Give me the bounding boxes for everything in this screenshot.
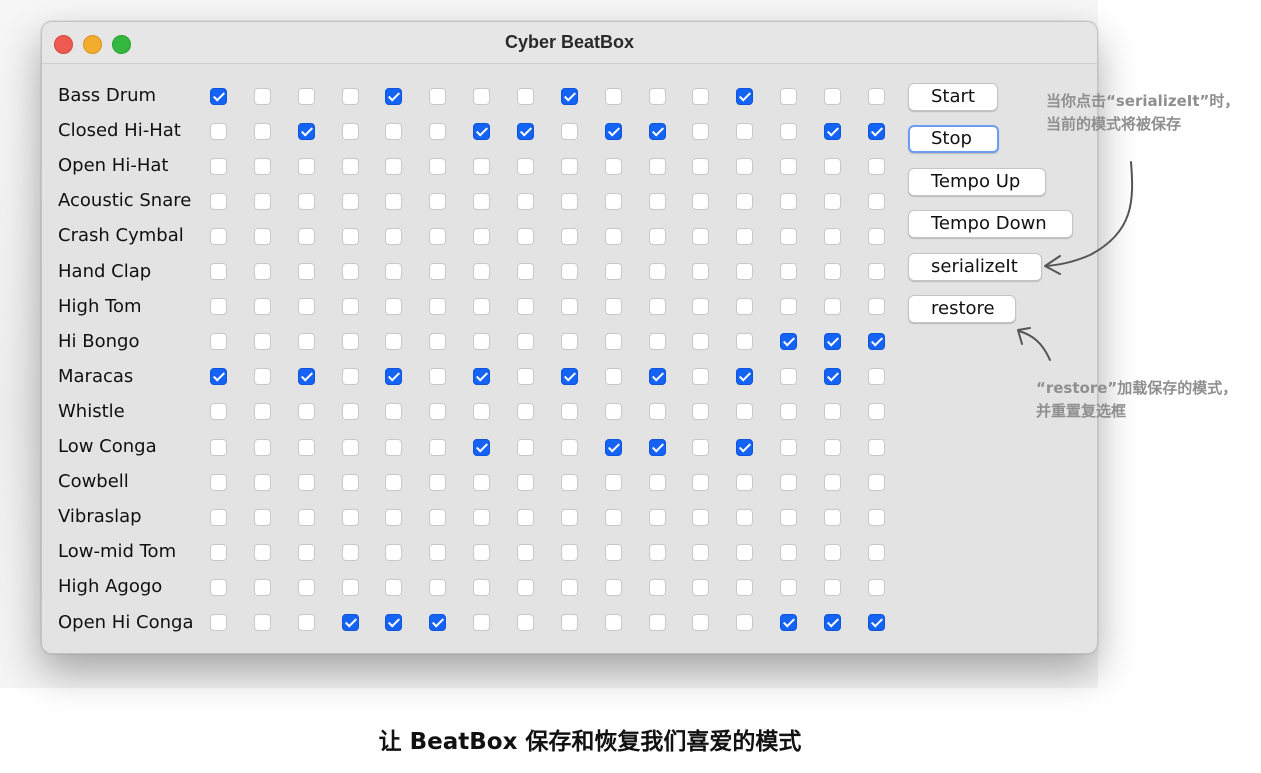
restore-arrow-icon <box>1018 330 1051 361</box>
figure-caption: 让 BeatBox 保存和恢复我们喜爱的模式 <box>378 729 802 755</box>
serialize-arrow-icon <box>1045 161 1134 267</box>
annotation-arrows <box>1017 161 1134 361</box>
